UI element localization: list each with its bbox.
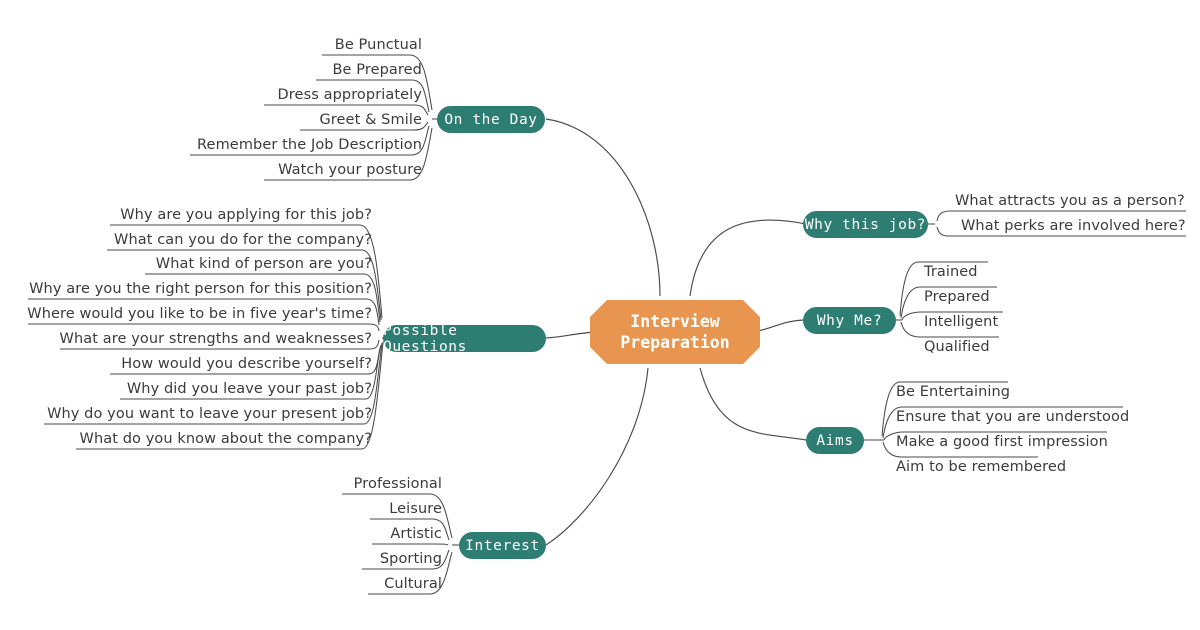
leaf-item[interactable]: Cultural [170,576,442,593]
leaf-item[interactable]: What kind of person are you? [20,256,372,273]
central-topic-text: Interview Preparation [620,312,730,352]
leaf-item[interactable]: What attracts you as a person? [955,193,1185,210]
leaf-item[interactable]: Aim to be remembered [896,459,1066,476]
leaf-item[interactable]: Qualified [924,339,990,356]
leaf-item[interactable]: What do you know about the company? [20,431,372,448]
branch-node-on-the-day[interactable]: On the Day [437,106,545,133]
branch-label: Possible Questions [383,322,467,355]
mind-map-canvas: Interview Preparation On the Day Possible… [0,0,1200,630]
leaf-item[interactable]: Ensure that you are understood [896,409,1129,426]
leaf-item[interactable]: Where would you like to be in five year'… [20,306,372,323]
branch-node-why-me[interactable]: Why Me? [803,307,896,334]
leaf-item[interactable]: Be Entertaining [896,384,1010,401]
branch-node-possible-questions[interactable]: Possible Questions [383,322,546,355]
branch-label: On the Day [444,111,538,128]
leaf-item[interactable]: Be Prepared [150,62,422,79]
leaf-item[interactable]: Why do you want to leave your present jo… [20,406,372,423]
leaf-item[interactable]: Leisure [170,501,442,518]
leaf-item[interactable]: What perks are involved here? [961,218,1186,235]
branch-node-why-this-job[interactable]: Why this job? [803,211,928,238]
leaf-item[interactable]: Professional [170,476,442,493]
leaf-item[interactable]: Dress appropriately [150,87,422,104]
leaf-item[interactable]: Greet & Smile [150,112,422,129]
leaf-item[interactable]: What are your strengths and weaknesses? [20,331,372,348]
leaf-item[interactable]: Sporting [170,551,442,568]
leaf-item[interactable]: Watch your posture [150,162,422,179]
leaf-item[interactable]: Why did you leave your past job? [20,381,372,398]
leaf-item[interactable]: What can you do for the company? [20,232,372,249]
branch-node-aims[interactable]: Aims [806,427,864,454]
leaf-item[interactable]: Artistic [170,526,442,543]
branch-node-interest[interactable]: Interest [459,532,546,559]
leaf-item[interactable]: Remember the Job Description [150,137,422,154]
leaf-item[interactable]: How would you describe yourself? [20,356,372,373]
leaf-item[interactable]: Be Punctual [150,37,422,54]
leaf-item[interactable]: Why are you the right person for this po… [20,281,372,298]
branch-label: Interest [465,537,540,554]
branch-label: Why this job? [804,216,927,233]
leaf-item[interactable]: Why are you applying for this job? [20,207,372,224]
branch-label: Why Me? [816,312,883,329]
leaf-item[interactable]: Prepared [924,289,990,306]
central-topic[interactable]: Interview Preparation [590,300,760,364]
leaf-item[interactable]: Trained [924,264,978,281]
leaf-item[interactable]: Intelligent [924,314,998,331]
branch-label: Aims [816,432,854,449]
leaf-item[interactable]: Make a good first impression [896,434,1108,451]
